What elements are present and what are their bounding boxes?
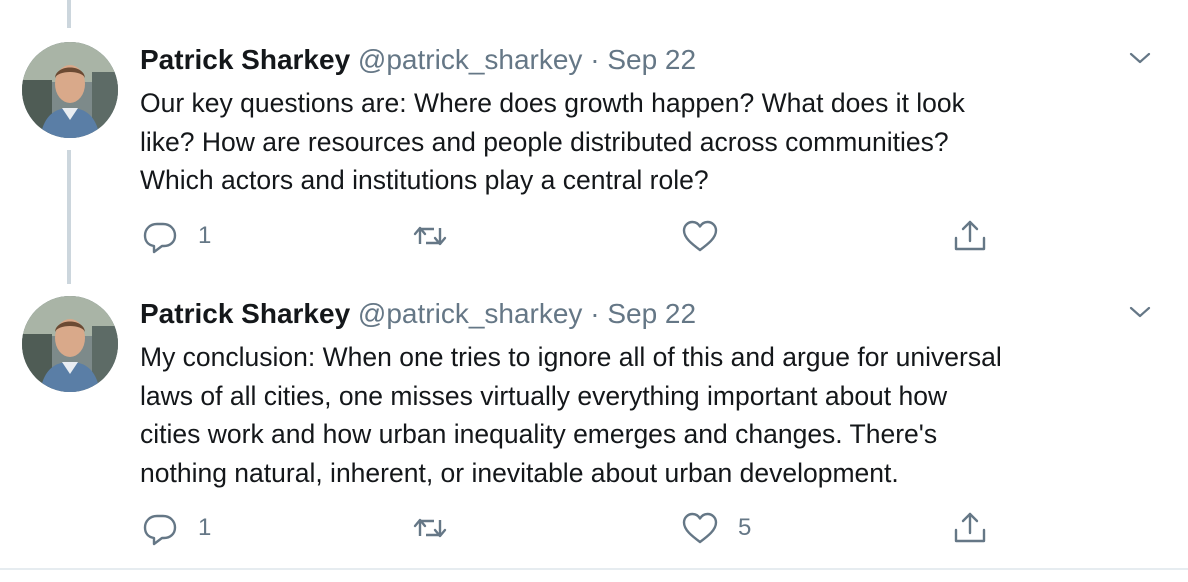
reply-icon: [140, 508, 180, 548]
share-button[interactable]: [950, 216, 990, 256]
retweet-icon: [410, 216, 450, 256]
tweet-header: Patrick Sharkey @patrick_sharkey · Sep 2…: [140, 42, 696, 78]
reply-button[interactable]: 1: [140, 508, 211, 548]
like-count: 5: [738, 514, 752, 541]
heart-icon: [680, 216, 720, 256]
divider: [0, 568, 1188, 570]
retweet-icon: [410, 508, 450, 548]
heart-icon: [680, 508, 720, 548]
tweet[interactable]: Patrick Sharkey @patrick_sharkey · Sep 2…: [0, 294, 1188, 564]
reply-icon: [140, 216, 180, 256]
chevron-down-icon[interactable]: [1126, 44, 1154, 72]
tweet-text-line: laws of all cities, one misses virtually…: [140, 380, 948, 411]
share-icon: [950, 508, 990, 548]
tweet-actions: 1 5: [140, 508, 1020, 548]
tweet-text-line: Which actors and institutions play a cen…: [140, 165, 709, 195]
tweet[interactable]: Patrick Sharkey @patrick_sharkey · Sep 2…: [0, 40, 1188, 270]
tweet-text: Our key questions are: Where does growth…: [140, 84, 1170, 200]
retweet-button[interactable]: [410, 508, 468, 548]
tweet-text-line: cities work and how urban inequality eme…: [140, 419, 938, 449]
tweet-text: My conclusion: When one tries to ignore …: [140, 338, 1170, 492]
thread-line-top: [67, 0, 71, 28]
reply-count: 1: [198, 514, 212, 541]
reply-count: 1: [198, 222, 212, 249]
reply-button[interactable]: 1: [140, 216, 211, 256]
avatar[interactable]: [22, 42, 118, 138]
like-button[interactable]: [680, 216, 738, 256]
retweet-button[interactable]: [410, 216, 468, 256]
like-button[interactable]: 5: [680, 508, 751, 548]
avatar[interactable]: [22, 296, 118, 392]
share-icon: [950, 216, 990, 256]
chevron-down-icon[interactable]: [1126, 298, 1154, 326]
tweet-date[interactable]: Sep 22: [607, 44, 696, 75]
author-handle[interactable]: @patrick_sharkey: [358, 44, 583, 75]
tweet-text-line: like? How are resources and people distr…: [140, 126, 949, 157]
author-name[interactable]: Patrick Sharkey: [140, 298, 350, 329]
tweet-date[interactable]: Sep 22: [607, 298, 696, 329]
tweet-text-line: Our key questions are: Where does growth…: [140, 88, 965, 118]
author-name[interactable]: Patrick Sharkey: [140, 44, 350, 75]
header-separator: ·: [590, 298, 600, 329]
tweet-text-line: My conclusion: When one tries to ignore …: [140, 342, 1002, 372]
tweet-header: Patrick Sharkey @patrick_sharkey · Sep 2…: [140, 296, 696, 332]
tweet-actions: 1: [140, 216, 1020, 256]
header-separator: ·: [590, 44, 600, 75]
author-handle[interactable]: @patrick_sharkey: [358, 298, 583, 329]
tweet-text-line: nothing natural, inherent, or inevitable…: [140, 457, 899, 488]
share-button[interactable]: [950, 508, 990, 548]
